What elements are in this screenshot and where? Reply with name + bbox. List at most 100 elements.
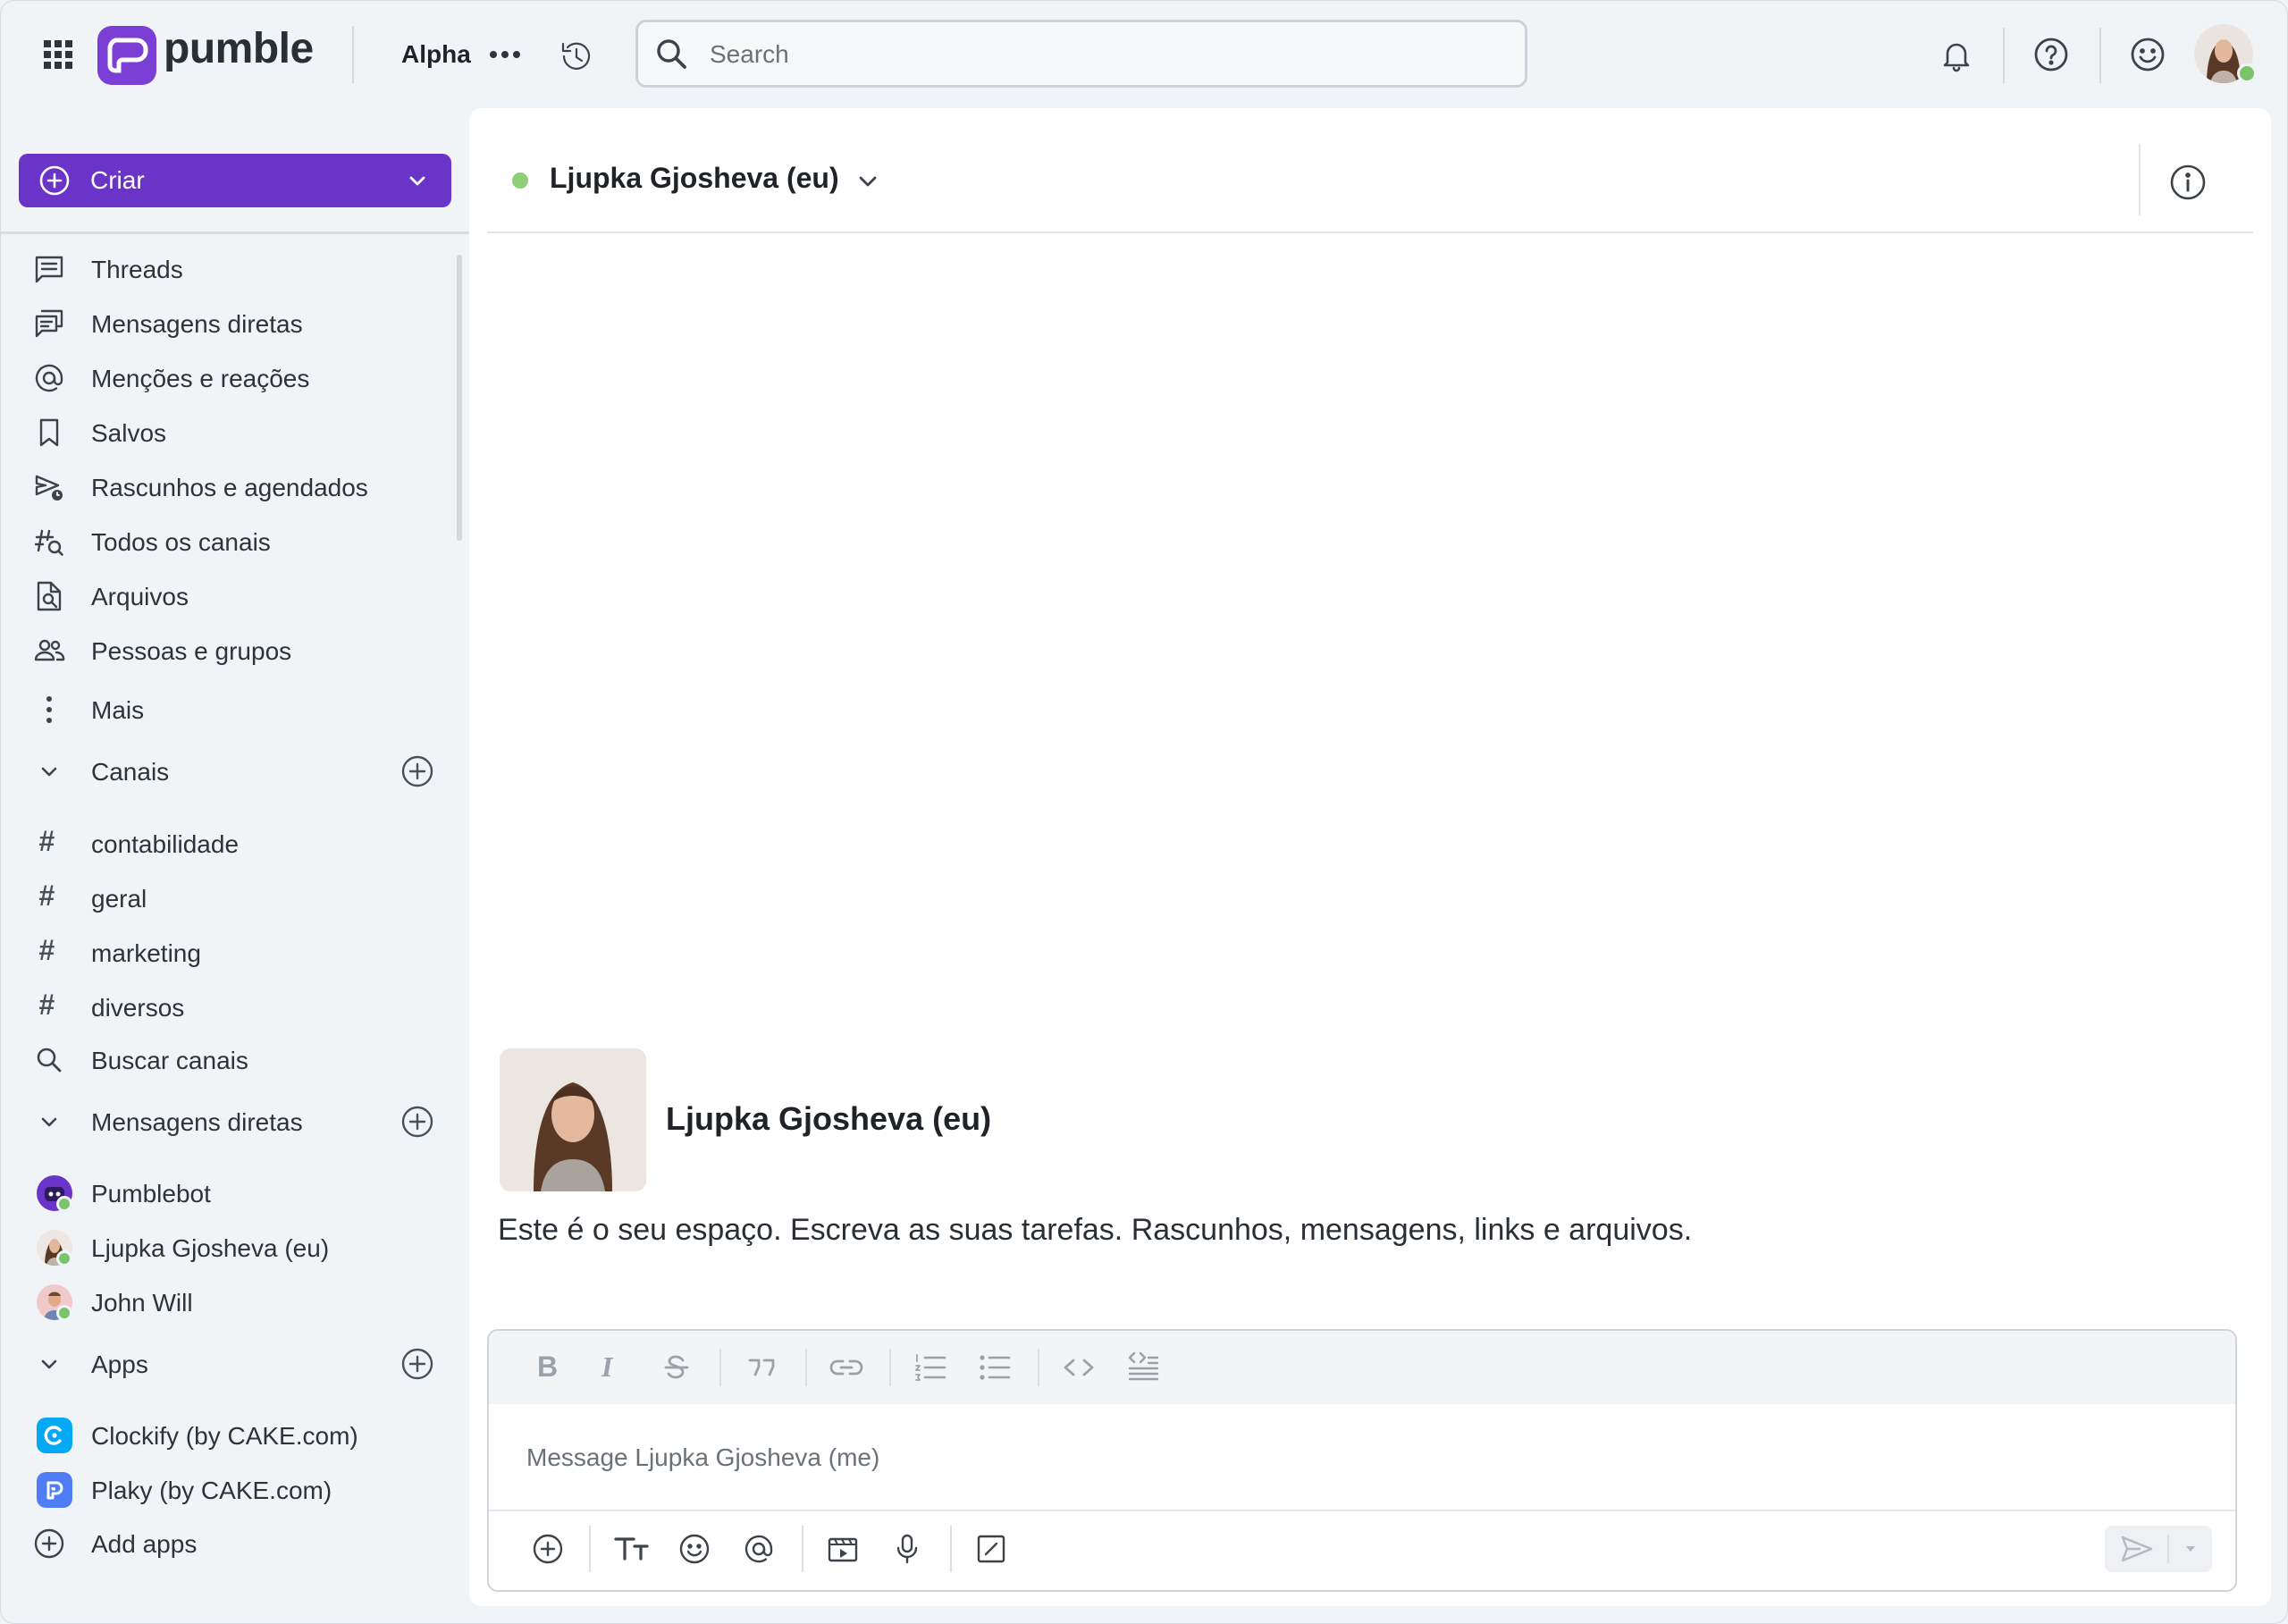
code-icon[interactable] [1059, 1349, 1098, 1386]
quote-icon[interactable] [743, 1349, 782, 1386]
sidebar-divider [1, 231, 469, 234]
add-dm-button[interactable] [400, 1104, 435, 1140]
strikethrough-icon[interactable] [659, 1349, 694, 1386]
divider [889, 1349, 891, 1386]
chevron-down-icon[interactable] [850, 164, 886, 199]
caret-down-icon[interactable] [2176, 1535, 2205, 1563]
sidebar-item-label: Mais [91, 696, 145, 724]
mention-icon[interactable] [739, 1529, 778, 1569]
bold-icon[interactable]: B [537, 1351, 558, 1384]
channel-item[interactable]: # marketing [19, 929, 448, 977]
sidebar-item-label: Pessoas e grupos [91, 637, 292, 665]
direct-messages-icon [31, 306, 67, 341]
divider [2139, 144, 2141, 215]
link-icon[interactable] [827, 1349, 866, 1386]
channels-section-header[interactable]: Canais [19, 747, 448, 795]
section-label: Mensagens diretas [91, 1108, 303, 1136]
browse-channels-label: Buscar canais [91, 1047, 248, 1074]
sidebar-item-all-channels[interactable]: Todos os canais [19, 517, 448, 566]
section-label: Canais [91, 758, 170, 786]
emoji-icon[interactable] [675, 1529, 714, 1569]
divider [1038, 1349, 1039, 1386]
sidebar-item-direct-messages[interactable]: Mensagens diretas [19, 299, 448, 348]
workspace-name[interactable]: Alpha [401, 40, 471, 69]
divider [802, 1526, 803, 1572]
search-icon [31, 1042, 67, 1078]
info-icon[interactable] [2167, 162, 2208, 203]
create-button-label: Criar [90, 166, 145, 194]
microphone-icon[interactable] [887, 1529, 927, 1569]
sidebar-item-mentions[interactable]: Menções e reações [19, 354, 448, 402]
channel-item[interactable]: # contabilidade [19, 820, 448, 868]
more-horizontal-icon[interactable] [487, 37, 523, 72]
bell-icon[interactable] [1937, 35, 1976, 74]
profile-photo [500, 1048, 646, 1191]
chevron-down-icon [31, 1346, 67, 1382]
send-button-group [2105, 1526, 2212, 1572]
channel-item[interactable]: # diversos [19, 983, 448, 1031]
bullet-list-icon[interactable] [975, 1349, 1014, 1386]
plaky-icon [37, 1472, 72, 1508]
dm-item[interactable]: Ljupka Gjosheva (eu) [19, 1224, 448, 1272]
slash-command-icon[interactable] [972, 1529, 1011, 1569]
dm-item[interactable]: John Will [19, 1278, 448, 1326]
search-bar[interactable] [635, 20, 1527, 88]
add-channel-button[interactable] [400, 753, 435, 789]
chevron-down-icon [31, 1104, 67, 1140]
search-input[interactable] [708, 33, 1498, 76]
divider [2167, 1535, 2169, 1563]
add-app-button[interactable] [400, 1346, 435, 1382]
sidebar-item-label: Menções e reações [91, 365, 310, 392]
add-apps-label: Add apps [91, 1530, 198, 1558]
sidebar-item-drafts[interactable]: Rascunhos e agendados [19, 463, 448, 511]
conversation-panel: Ljupka Gjosheva (eu) Ljupka Gjosheva (eu… [469, 108, 2271, 1606]
apps-section-header[interactable]: Apps [19, 1340, 448, 1388]
sidebar-scrollbar[interactable] [457, 255, 462, 541]
hash-icon: # [38, 879, 55, 912]
sidebar-item-people[interactable]: Pessoas e grupos [19, 627, 448, 675]
online-status-dot [56, 1196, 72, 1212]
chevron-down-icon [401, 164, 433, 197]
italic-icon[interactable]: I [601, 1351, 612, 1384]
add-apps-item[interactable]: Add apps [19, 1519, 448, 1568]
sidebar-item-saved[interactable]: Salvos [19, 408, 448, 457]
sidebar-item-threads[interactable]: Threads [19, 245, 448, 293]
app-grid-icon[interactable] [40, 37, 76, 72]
divider [2099, 28, 2101, 83]
browse-channels[interactable]: Buscar canais [19, 1036, 448, 1084]
text-format-icon[interactable] [610, 1529, 653, 1569]
history-icon[interactable] [557, 37, 596, 76]
dm-name: John Will [91, 1289, 193, 1317]
divider [950, 1526, 952, 1572]
code-block-icon[interactable] [1123, 1347, 1163, 1388]
intro-text: Este é o seu espaço. Escreva as suas tar… [498, 1213, 1693, 1247]
search-icon [652, 35, 692, 74]
presence-dot [512, 172, 528, 189]
send-icon[interactable] [2117, 1531, 2157, 1567]
channel-name: diversos [91, 994, 185, 1022]
app-item[interactable]: Plaky (by CAKE.com) [19, 1466, 448, 1514]
numbered-list-icon[interactable] [911, 1349, 950, 1386]
plus-circle-icon [31, 1526, 67, 1561]
message-input[interactable] [525, 1435, 2137, 1481]
hash-icon: # [38, 825, 55, 857]
dm-item[interactable]: Pumblebot [19, 1169, 448, 1217]
channel-item[interactable]: # geral [19, 874, 448, 922]
add-attachment-icon[interactable] [528, 1529, 568, 1569]
conversation-title[interactable]: Ljupka Gjosheva (eu) [550, 162, 839, 195]
threads-icon [31, 251, 67, 287]
video-clip-icon[interactable] [823, 1529, 862, 1569]
help-icon[interactable] [2031, 35, 2071, 74]
sidebar-item-label: Arquivos [91, 583, 189, 610]
sidebar-item-more[interactable]: Mais [19, 686, 448, 734]
create-button[interactable]: Criar [19, 154, 451, 207]
people-icon [31, 633, 67, 669]
app-item[interactable]: Clockify (by CAKE.com) [19, 1411, 448, 1460]
header-divider [487, 231, 2253, 233]
at-sign-icon [31, 360, 67, 396]
dm-section-header[interactable]: Mensagens diretas [19, 1098, 448, 1146]
emoji-status-icon[interactable] [2128, 35, 2167, 74]
sidebar-item-files[interactable]: Arquivos [19, 572, 448, 620]
more-vertical-icon [31, 692, 67, 728]
bookmark-icon [31, 415, 67, 450]
